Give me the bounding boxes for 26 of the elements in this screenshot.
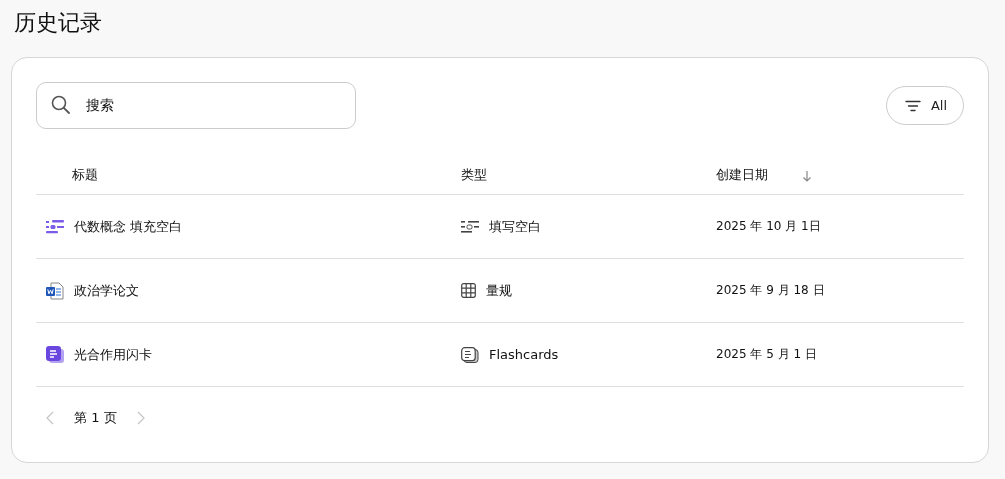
table-row[interactable]: 代数概念 填充空白 填写空白 2025 年 10 月 1日 bbox=[36, 195, 964, 259]
table-grid-icon bbox=[461, 283, 476, 298]
fill-blank-icon bbox=[461, 219, 479, 234]
title-cell: 政治学论文 bbox=[74, 281, 139, 300]
title-cell: 光合作用闪卡 bbox=[74, 345, 152, 364]
page-indicator: 第 1 页 bbox=[74, 409, 117, 427]
flashcard-icon bbox=[46, 345, 64, 364]
filter-icon bbox=[904, 99, 921, 112]
table-row[interactable]: 光合作用闪卡 Flashcards 2025 年 5 月 1 日 bbox=[36, 323, 964, 387]
fill-blank-icon bbox=[46, 219, 64, 234]
type-cell: 量规 bbox=[486, 281, 512, 300]
column-header[interactable]: 创建日期 bbox=[716, 166, 802, 184]
column-header[interactable]: 标题 bbox=[72, 166, 98, 184]
title-cell: 代数概念 填充空白 bbox=[74, 217, 183, 236]
flashcard-icon bbox=[461, 346, 479, 363]
date-cell: 2025 年 9 月 18 日 bbox=[716, 282, 825, 299]
date-cell: 2025 年 10 月 1日 bbox=[716, 218, 821, 235]
type-cell: Flashcards bbox=[489, 347, 559, 362]
page-title: 历史记录 bbox=[14, 9, 103, 37]
search-field[interactable]: 搜索 bbox=[36, 82, 356, 129]
table-row[interactable]: 政治学论文 量规 2025 年 9 月 18 日 bbox=[36, 259, 964, 323]
type-cell: 填写空白 bbox=[489, 217, 541, 236]
word-document-icon bbox=[46, 281, 64, 300]
date-cell: 2025 年 5 月 1 日 bbox=[716, 346, 817, 363]
filter-button[interactable]: All bbox=[885, 86, 964, 125]
column-header[interactable]: 类型 bbox=[461, 166, 487, 184]
